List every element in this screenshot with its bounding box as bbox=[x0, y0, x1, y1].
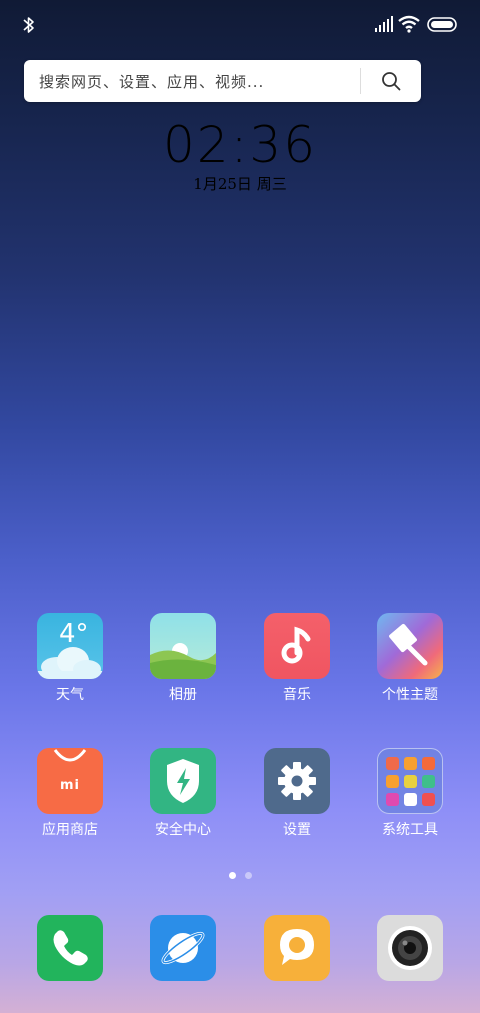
bluetooth-icon bbox=[23, 17, 34, 33]
app-messages[interactable] bbox=[249, 915, 345, 983]
app-label: 安全中心 bbox=[155, 822, 211, 838]
app-store[interactable]: mi 应用商店 bbox=[22, 748, 118, 848]
search-icon[interactable] bbox=[381, 71, 401, 91]
app-themes[interactable]: 个性主题 bbox=[362, 613, 458, 713]
app-browser[interactable] bbox=[135, 915, 231, 983]
page-indicator bbox=[0, 872, 480, 880]
app-phone[interactable] bbox=[22, 915, 118, 983]
settings-icon bbox=[264, 748, 330, 814]
app-label: 相册 bbox=[169, 687, 197, 703]
app-gallery[interactable]: 相册 bbox=[135, 613, 231, 713]
folder-system-tools[interactable]: 系统工具 bbox=[362, 748, 458, 848]
page-dot[interactable] bbox=[245, 872, 252, 879]
wifi-icon bbox=[398, 15, 420, 33]
app-label: 应用商店 bbox=[42, 822, 98, 838]
music-icon bbox=[264, 613, 330, 679]
app-settings[interactable]: 设置 bbox=[249, 748, 345, 848]
browser-icon bbox=[150, 915, 216, 981]
weather-icon: 4° bbox=[37, 613, 103, 679]
messages-icon bbox=[264, 915, 330, 981]
app-label: 个性主题 bbox=[382, 687, 438, 703]
app-weather[interactable]: 4° 天气 bbox=[22, 613, 118, 713]
clock-date: 1月25日 周三 bbox=[193, 175, 287, 193]
app-camera[interactable] bbox=[362, 915, 458, 983]
app-music[interactable]: 音乐 bbox=[249, 613, 345, 713]
search-bar[interactable]: 搜索网页、设置、应用、视频... bbox=[24, 60, 421, 102]
signal-icon bbox=[375, 16, 393, 32]
page-dot-active[interactable] bbox=[229, 872, 236, 879]
battery-icon bbox=[427, 17, 457, 32]
app-label: 音乐 bbox=[283, 687, 311, 703]
gallery-icon bbox=[150, 613, 216, 679]
app-label: 天气 bbox=[56, 687, 84, 703]
camera-icon bbox=[377, 915, 443, 981]
store-logo: mi bbox=[59, 778, 80, 793]
search-placeholder: 搜索网页、设置、应用、视频... bbox=[39, 73, 265, 91]
divider bbox=[360, 68, 361, 94]
app-security[interactable]: 安全中心 bbox=[135, 748, 231, 848]
app-label: 设置 bbox=[283, 822, 311, 838]
themes-icon bbox=[377, 613, 443, 679]
folder-icon bbox=[377, 748, 443, 814]
phone-icon bbox=[37, 915, 103, 981]
security-icon bbox=[150, 748, 216, 814]
clock-time[interactable]: 02:36 bbox=[0, 116, 480, 174]
app-store-icon: mi bbox=[37, 748, 103, 814]
status-bar bbox=[0, 0, 480, 48]
app-label: 系统工具 bbox=[382, 822, 438, 838]
